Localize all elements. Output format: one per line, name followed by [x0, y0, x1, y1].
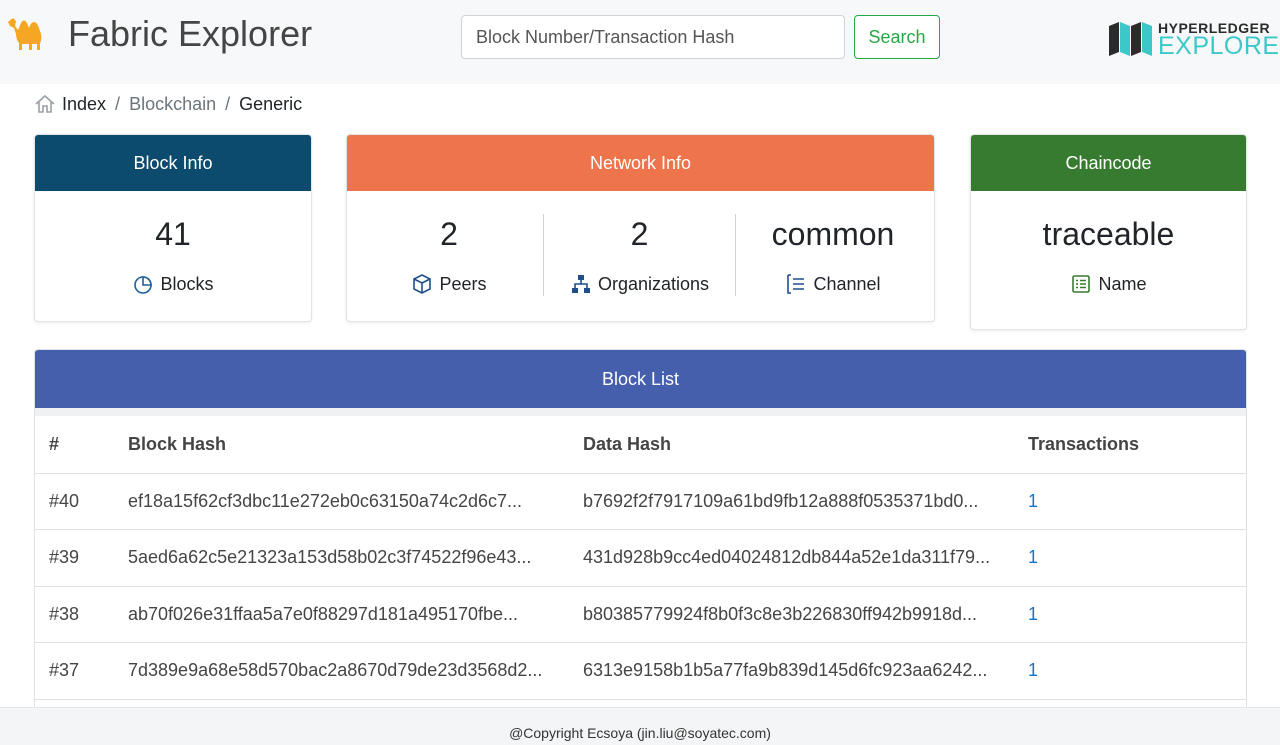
- table-header-row: # Block Hash Data Hash Transactions: [35, 416, 1246, 474]
- table-row[interactable]: #39 5aed6a62c5e21323a153d58b02c3f74522f9…: [35, 529, 1246, 587]
- data-hash: b7692f2f7917109a61bd9fb12a888f0535371bd0…: [583, 473, 1028, 530]
- chaincode-header: Chaincode: [971, 135, 1246, 191]
- block-hash: 5aed6a62c5e21323a153d58b02c3f74522f96e43…: [128, 529, 583, 587]
- breadcrumb: Index / Blockchain / Generic: [34, 92, 302, 116]
- breadcrumb-separator: /: [115, 93, 121, 114]
- cube-icon: [413, 274, 432, 294]
- block-list-gap: [35, 408, 1246, 416]
- transactions-link[interactable]: 1: [1028, 604, 1038, 624]
- block-hash: 7d389e9a68e58d570bac2a8670d79de23d3568d2…: [128, 642, 583, 700]
- block-number: #37: [35, 642, 128, 700]
- sitemap-icon: [571, 275, 590, 293]
- block-number: #40: [35, 473, 128, 530]
- search-input[interactable]: [461, 15, 845, 59]
- col-header-block-hash: Block Hash: [128, 416, 583, 474]
- brand[interactable]: Fabric Explorer: [4, 14, 312, 54]
- home-icon[interactable]: [34, 94, 56, 114]
- hyperledger-book-icon: [1109, 22, 1152, 56]
- camel-logo-icon: [8, 18, 42, 50]
- list-alt-icon: [1072, 275, 1091, 293]
- block-table: # Block Hash Data Hash Transactions #40 …: [35, 416, 1246, 700]
- app-title: Fabric Explorer: [68, 13, 313, 54]
- block-info-card: Block Info 41 Blocks: [34, 134, 312, 322]
- table-row[interactable]: #40 ef18a15f62cf3dbc11e272eb0c63150a74c2…: [35, 473, 1246, 530]
- transactions-link[interactable]: 1: [1028, 660, 1038, 680]
- name-label: Name: [1098, 273, 1147, 294]
- table-row[interactable]: #37 7d389e9a68e58d570bac2a8670d79de23d35…: [35, 642, 1246, 700]
- chaincode-name: traceable: [1042, 216, 1175, 252]
- network-info-card: Network Info 2 Peers 2 Organizations com…: [346, 134, 935, 322]
- breadcrumb-separator: /: [225, 93, 231, 114]
- data-hash: b80385779924f8b0f3c8e3b226830ff942b9918d…: [583, 586, 1028, 643]
- list-icon: [787, 274, 805, 294]
- col-header-transactions: Transactions: [1028, 416, 1246, 474]
- footer: @Copyright Ecsoya (jin.liu@soyatec.com): [0, 707, 1280, 745]
- col-header-data-hash: Data Hash: [583, 416, 1028, 474]
- block-list-header: Block List: [35, 350, 1246, 416]
- chaincode-card: Chaincode traceable Name: [970, 134, 1247, 330]
- table-row[interactable]: #38 ab70f026e31ffaa5a7e0f88297d181a49517…: [35, 586, 1246, 643]
- block-number: #39: [35, 529, 128, 587]
- transactions-link[interactable]: 1: [1028, 491, 1038, 511]
- peers-label: Peers: [439, 273, 487, 294]
- col-header-number: #: [35, 416, 128, 474]
- block-list-card: Block List # Block Hash Data Hash Transa…: [34, 349, 1247, 745]
- breadcrumb-generic: Generic: [239, 93, 303, 114]
- network-info-header: Network Info: [347, 135, 934, 191]
- breadcrumb-blockchain[interactable]: Blockchain: [129, 94, 216, 115]
- block-number: #38: [35, 586, 128, 643]
- block-hash: ab70f026e31ffaa5a7e0f88297d181a495170fbe…: [128, 586, 583, 643]
- data-hash: 6313e9158b1b5a77fa9b839d145d6fc923aa6242…: [583, 642, 1028, 700]
- hyperledger-explorer-logo: HYPERLEDGER EXPLORER: [1108, 20, 1280, 60]
- peer-count: 2: [440, 216, 458, 252]
- logo-text-bottom: EXPLORER: [1158, 32, 1280, 60]
- blocks-label: Blocks: [160, 273, 214, 294]
- block-count: 41: [155, 216, 191, 252]
- data-hash: 431d928b9cc4ed04024812db844a52e1da311f79…: [583, 529, 1028, 587]
- copyright-text: @Copyright Ecsoya (jin.liu@soyatec.com): [509, 725, 771, 741]
- block-hash: ef18a15f62cf3dbc11e272eb0c63150a74c2d6c7…: [128, 473, 583, 530]
- pie-chart-icon: [134, 276, 153, 294]
- channel-name: common: [771, 216, 895, 252]
- organizations-label: Organizations: [597, 273, 710, 294]
- transactions-link[interactable]: 1: [1028, 547, 1038, 567]
- breadcrumb-index[interactable]: Index: [62, 94, 106, 115]
- channel-label: Channel: [813, 273, 881, 294]
- top-navbar: Fabric Explorer Search HYPERLEDGER EXPLO…: [0, 0, 1280, 84]
- organization-count: 2: [630, 216, 649, 252]
- block-info-header: Block Info: [35, 135, 311, 191]
- search-button[interactable]: Search: [854, 15, 940, 59]
